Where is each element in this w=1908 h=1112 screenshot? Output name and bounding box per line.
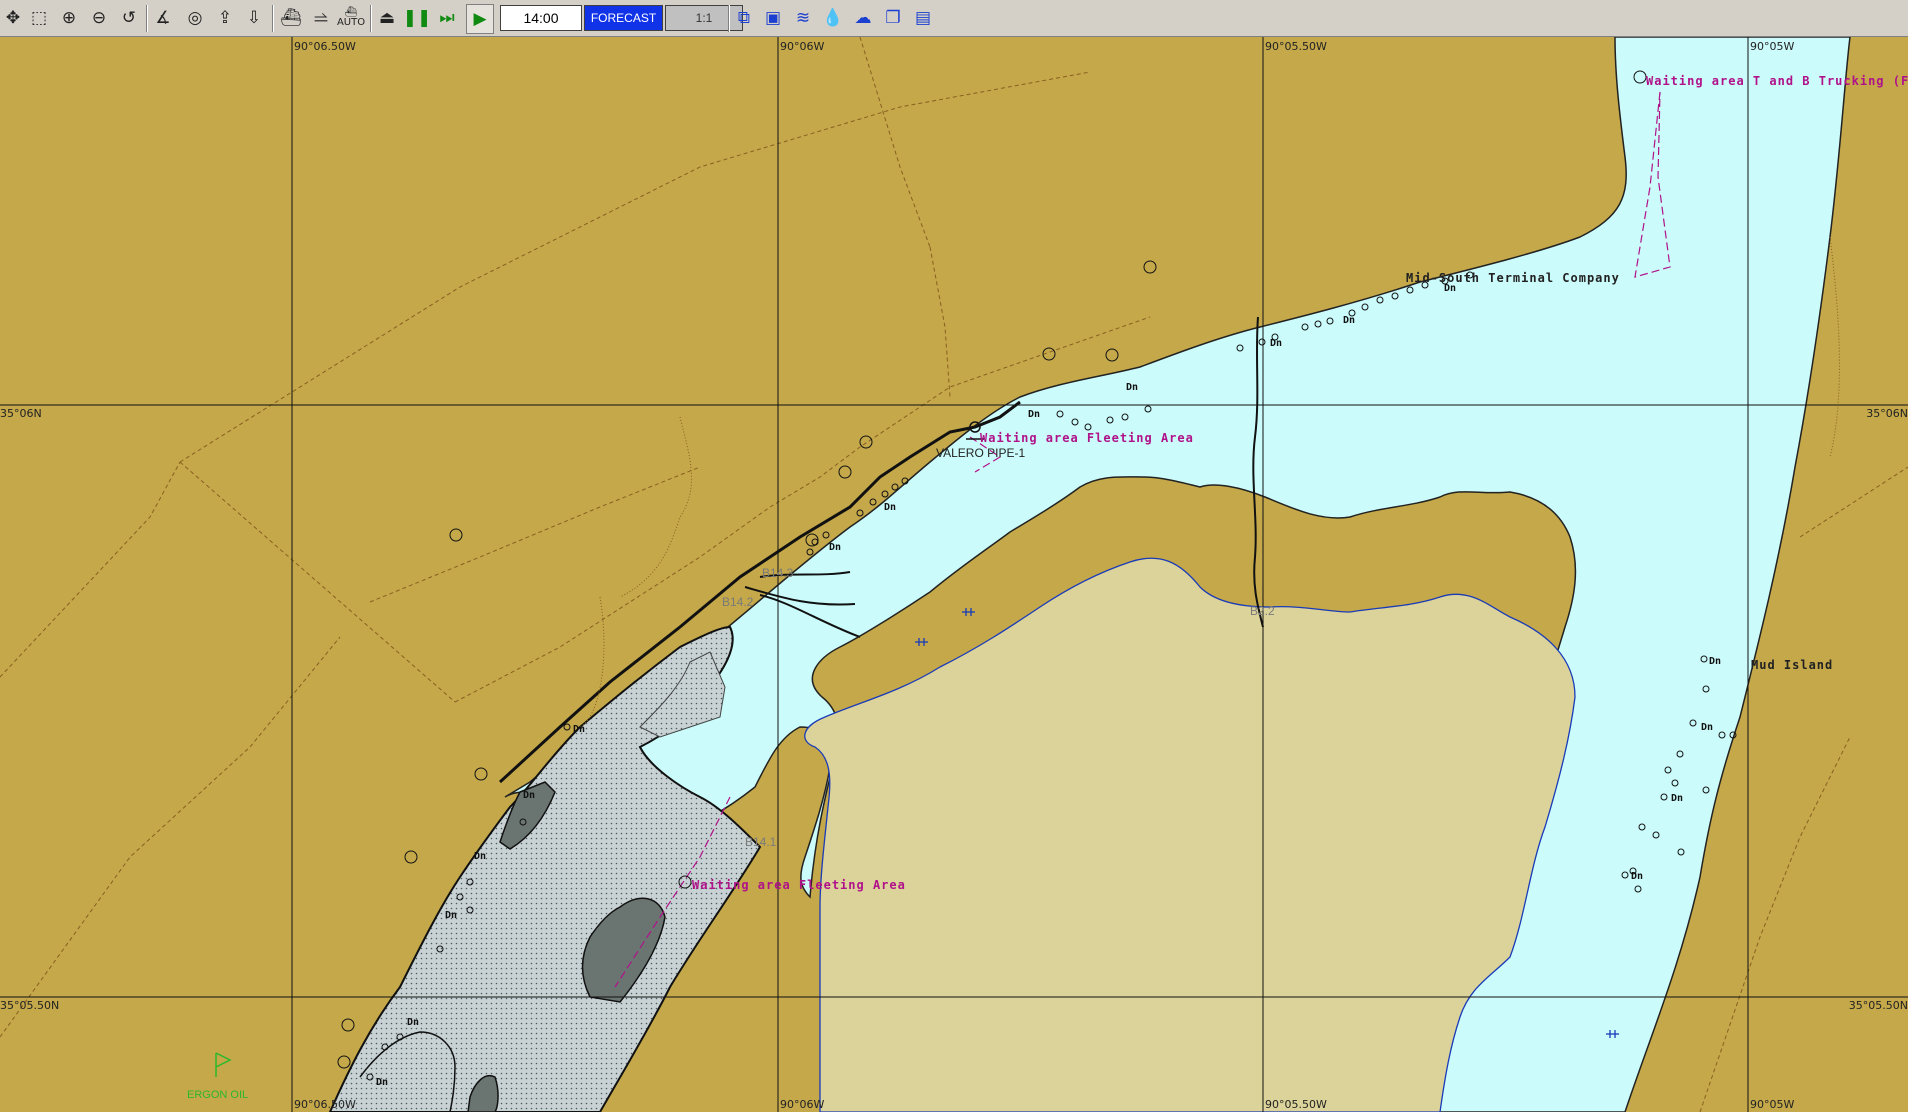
dn-marker: Dn — [1701, 722, 1714, 733]
lat-right-1: 35°06N — [1866, 407, 1908, 420]
dn-marker: Dn — [829, 542, 842, 553]
depth-icon[interactable]: 💧 — [820, 4, 846, 32]
dn-marker: Dn — [1444, 283, 1457, 294]
lon-bottom-1: 90°06.50W — [294, 1098, 356, 1111]
buoy-label-b2-2: B2.2 — [1250, 604, 1275, 618]
stop-icon[interactable]: ⏏ — [374, 4, 400, 32]
chart-settings-icon[interactable]: ▣ — [760, 4, 786, 32]
dn-marker: Dn — [1671, 793, 1684, 804]
buoy-label-b14-1: B14.1 — [745, 835, 777, 849]
lat-right-2: 35°05.50N — [1848, 999, 1908, 1012]
export-icon[interactable]: ⇪ — [212, 4, 238, 32]
dn-marker: Dn — [523, 790, 536, 801]
separator — [272, 5, 274, 32]
target-icon[interactable]: ◎ — [182, 4, 208, 32]
dn-marker: Dn — [573, 724, 586, 735]
time-field[interactable]: 14:00 — [500, 5, 582, 31]
lon-bottom-2: 90°06W — [780, 1098, 825, 1111]
pause-icon[interactable]: ❚❚ — [403, 4, 432, 32]
buoy-label-b14-3: B14.3 — [762, 566, 794, 580]
lat-left-2: 35°05.50N — [0, 999, 60, 1012]
zoom-box-icon[interactable]: ⬚ — [26, 4, 52, 32]
play-icon[interactable]: ▶ — [466, 4, 494, 34]
waiting-area-label-2: Waiting area Fleeting Area — [980, 431, 1194, 445]
zoom-in-icon[interactable]: ⊕ — [56, 4, 82, 32]
weather-icon[interactable]: ☁ — [850, 4, 876, 32]
dn-marker: Dn — [1126, 382, 1139, 393]
auto-ship-icon[interactable]: ⛴ AUTO — [336, 4, 366, 32]
waiting-area-label-1: Waiting area T and B Trucking (Fl — [1646, 74, 1908, 88]
copy-icon[interactable]: ❐ — [880, 4, 906, 32]
window-icon[interactable]: ▤ — [910, 4, 936, 32]
chart-canvas — [0, 37, 1908, 1112]
dn-marker: Dn — [445, 910, 458, 921]
pan-icon[interactable]: ✥ — [0, 4, 26, 32]
toolbar: ✥ ⬚ ⊕ ⊖ ↺ ∡ ◎ ⇪ ⇩ ⛴ ⥬ ⛴ AUTO ⏏ ❚❚ ⏭ ▶ 14:… — [0, 0, 1908, 37]
lat-left-1: 35°06N — [0, 407, 42, 420]
dn-marker: Dn — [1709, 656, 1722, 667]
auto-label: AUTO — [336, 17, 366, 28]
current-icon[interactable]: ≋ — [790, 4, 816, 32]
island-label: Mud Island — [1751, 658, 1834, 672]
terminal-label: Mid-South Terminal Company — [1406, 271, 1620, 285]
zoom-out-icon[interactable]: ⊖ — [86, 4, 112, 32]
lon-top-2: 90°06W — [780, 40, 825, 53]
dn-marker: Dn — [407, 1017, 420, 1028]
lon-bottom-4: 90°05W — [1750, 1098, 1795, 1111]
lon-bottom-3: 90°05.50W — [1265, 1098, 1327, 1111]
separator — [728, 5, 730, 32]
layers-icon[interactable]: ⧉ — [731, 4, 757, 32]
lon-top-4: 90°05W — [1750, 40, 1795, 53]
dn-marker: Dn — [1270, 338, 1283, 349]
facility-label: ERGON OIL — [187, 1089, 249, 1101]
dn-marker: Dn — [1343, 315, 1356, 326]
dn-marker: Dn — [474, 851, 487, 862]
ship-icon[interactable]: ⛴ — [278, 4, 304, 32]
measure-icon[interactable]: ∡ — [150, 4, 176, 32]
buoy-label-b14-2: B14.2 — [722, 595, 754, 609]
separator — [146, 5, 148, 32]
import-icon[interactable]: ⇩ — [241, 4, 267, 32]
dn-marker: Dn — [1631, 871, 1644, 882]
lon-top-3: 90°05.50W — [1265, 40, 1327, 53]
lon-top-1: 90°06.50W — [294, 40, 356, 53]
nautical-chart[interactable]: 90°06.50W 90°06W 90°05.50W 90°05W 90°06.… — [0, 37, 1908, 1112]
fast-forward-icon[interactable]: ⏭ — [434, 4, 460, 32]
separator — [370, 5, 372, 32]
pipe-label: VALERO PIPE-1 — [936, 446, 1026, 460]
undo-view-icon[interactable]: ↺ — [116, 4, 142, 32]
dn-marker: Dn — [1028, 409, 1041, 420]
route-icon[interactable]: ⥬ — [308, 4, 334, 32]
forecast-button[interactable]: FORECAST — [584, 5, 663, 31]
waiting-area-label-3: Waiting area Fleeting Area — [692, 878, 906, 892]
dn-marker: Dn — [884, 502, 897, 513]
dn-marker: Dn — [376, 1077, 389, 1088]
